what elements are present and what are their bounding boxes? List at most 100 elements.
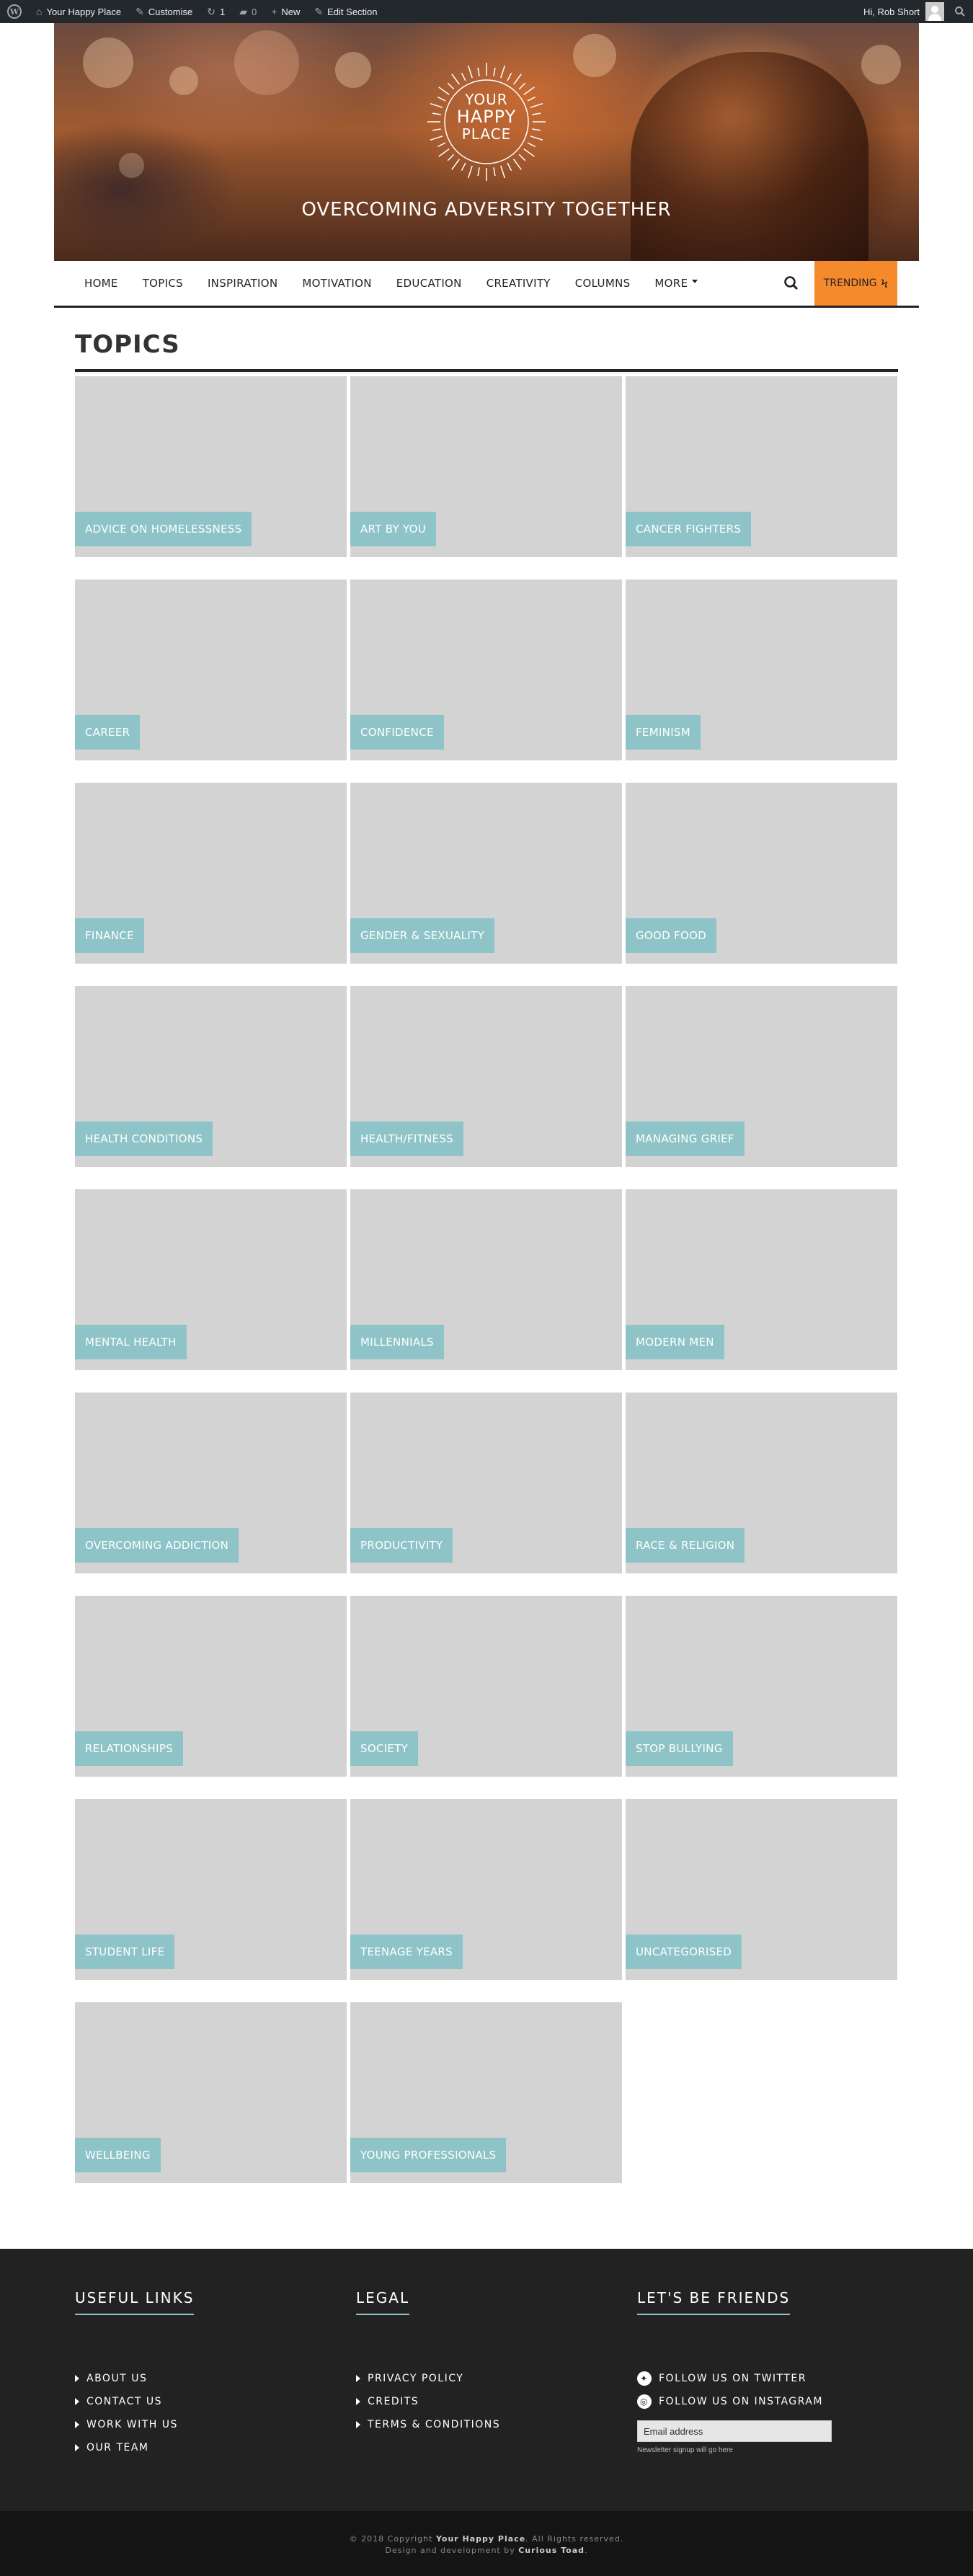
topic-label[interactable]: CANCER FIGHTERS — [626, 512, 752, 546]
new-content-link[interactable]: + New — [264, 0, 307, 23]
topic-label[interactable]: GOOD FOOD — [626, 918, 717, 953]
footer-link-contact[interactable]: CONTACT US — [75, 2390, 194, 2413]
footer-link-credits[interactable]: CREDITS — [356, 2390, 500, 2413]
topic-label[interactable]: WELLBEING — [75, 2138, 161, 2172]
instagram-link[interactable]: ◎ FOLLOW US ON INSTAGRAM — [637, 2390, 832, 2413]
main-navigation: HOME TOPICS INSPIRATION MOTIVATION EDUCA… — [54, 261, 919, 308]
topic-label[interactable]: HEALTH CONDITIONS — [75, 1122, 213, 1156]
topic-label[interactable]: TEENAGE YEARS — [350, 1935, 463, 1969]
topic-tile[interactable]: CAREER — [75, 579, 347, 760]
triangle-right-icon — [75, 2398, 79, 2405]
edit-label: Edit Section — [327, 6, 378, 17]
copyright-prefix: © 2018 Copyright — [349, 2534, 433, 2544]
topic-tile[interactable]: GENDER & SEXUALITY — [350, 783, 622, 964]
topic-label[interactable]: RELATIONSHIPS — [75, 1731, 184, 1766]
logo-ray — [507, 162, 512, 172]
topic-label[interactable]: UNCATEGORISED — [626, 1935, 742, 1969]
topic-label[interactable]: HEALTH/FITNESS — [350, 1122, 463, 1156]
copyright-site-link[interactable]: Your Happy Place — [436, 2534, 525, 2544]
topic-tile[interactable]: ART BY YOU — [350, 376, 622, 557]
topic-tile[interactable]: MANAGING GRIEF — [626, 986, 897, 1167]
topic-tile[interactable]: RACE & RELIGION — [626, 1393, 897, 1573]
newsletter-email-input[interactable] — [637, 2420, 832, 2442]
credit-link[interactable]: Curious Toad — [518, 2546, 585, 2555]
account-menu[interactable]: Hi, Rob Short — [856, 0, 947, 23]
wordpress-logo-button[interactable]: W — [0, 0, 29, 23]
footer-link-privacy[interactable]: PRIVACY POLICY — [356, 2367, 500, 2390]
topic-tile[interactable]: ADVICE ON HOMELESSNESS — [75, 376, 347, 557]
nav-item-creativity[interactable]: CREATIVITY — [487, 277, 551, 290]
footer-link-about[interactable]: ABOUT US — [75, 2367, 194, 2390]
topic-label[interactable]: FINANCE — [75, 918, 144, 953]
edit-section-link[interactable]: ✎ Edit Section — [307, 0, 384, 23]
logo-ray — [493, 167, 496, 177]
topic-tile[interactable]: UNCATEGORISED — [626, 1799, 897, 1980]
nav-item-inspiration[interactable]: INSPIRATION — [208, 277, 277, 290]
topic-tile[interactable]: MODERN MEN — [626, 1189, 897, 1370]
topic-tile[interactable]: HEALTH/FITNESS — [350, 986, 622, 1167]
footer-link-label: OUR TEAM — [86, 2442, 149, 2453]
customise-link[interactable]: ✎ Customise — [128, 0, 200, 23]
topic-label[interactable]: GENDER & SEXUALITY — [350, 918, 495, 953]
topic-label[interactable]: CONFIDENCE — [350, 715, 444, 750]
topic-tile[interactable]: HEALTH CONDITIONS — [75, 986, 347, 1167]
topic-label[interactable]: STUDENT LIFE — [75, 1935, 175, 1969]
topic-label[interactable]: PRODUCTIVITY — [350, 1528, 453, 1563]
topic-label[interactable]: MODERN MEN — [626, 1325, 724, 1359]
logo-ray — [467, 165, 473, 179]
nav-item-education[interactable]: EDUCATION — [396, 277, 462, 290]
topic-tile[interactable]: WELLBEING — [75, 2002, 347, 2183]
footer-link-label: CREDITS — [368, 2396, 419, 2407]
nav-item-more[interactable]: MORE — [654, 277, 698, 290]
topic-tile[interactable]: FINANCE — [75, 783, 347, 964]
logo-ray — [438, 148, 450, 157]
topic-tile[interactable]: GOOD FOOD — [626, 783, 897, 964]
topic-tile[interactable]: STOP BULLYING — [626, 1596, 897, 1777]
twitter-link[interactable]: ✦ FOLLOW US ON TWITTER — [637, 2367, 832, 2390]
topic-label[interactable]: MENTAL HEALTH — [75, 1325, 187, 1359]
search-icon — [784, 276, 799, 290]
nav-item-motivation[interactable]: MOTIVATION — [302, 277, 371, 290]
footer-link-work-with-us[interactable]: WORK WITH US — [75, 2413, 194, 2436]
topic-tile[interactable]: MILLENNIALS — [350, 1189, 622, 1370]
topic-tile[interactable]: RELATIONSHIPS — [75, 1596, 347, 1777]
search-button[interactable] — [782, 274, 801, 293]
topic-label[interactable]: SOCIETY — [350, 1731, 419, 1766]
trending-button[interactable]: TRENDING ϟ — [814, 261, 897, 306]
topic-tile[interactable]: MENTAL HEALTH — [75, 1189, 347, 1370]
topic-tile[interactable]: TEENAGE YEARS — [350, 1799, 622, 1980]
topic-label[interactable]: OVERCOMING ADDICTION — [75, 1528, 239, 1563]
twitter-icon: ✦ — [637, 2371, 652, 2386]
updates-link[interactable]: ↻ 1 — [200, 0, 232, 23]
topic-tile[interactable]: CONFIDENCE — [350, 579, 622, 760]
wordpress-icon: W — [7, 4, 22, 19]
header-banner: YOUR HAPPY PLACE OVERCOMING ADVERSITY TO… — [54, 23, 919, 261]
topic-label[interactable]: ADVICE ON HOMELESSNESS — [75, 512, 252, 546]
topic-label[interactable]: CAREER — [75, 715, 141, 750]
footer-link-terms[interactable]: TERMS & CONDITIONS — [356, 2413, 500, 2436]
topic-label[interactable]: YOUNG PROFESSIONALS — [350, 2138, 507, 2172]
footer-link-our-team[interactable]: OUR TEAM — [75, 2436, 194, 2459]
topic-label[interactable]: FEMINISM — [626, 715, 701, 750]
nav-item-topics[interactable]: TOPICS — [143, 277, 183, 290]
admin-search-button[interactable] — [947, 0, 973, 23]
nav-item-columns[interactable]: COLUMNS — [575, 277, 631, 290]
topic-label[interactable]: MILLENNIALS — [350, 1325, 444, 1359]
site-logo[interactable]: YOUR HAPPY PLACE — [425, 61, 548, 183]
topic-tile[interactable]: CANCER FIGHTERS — [626, 376, 897, 557]
topic-label[interactable]: RACE & RELIGION — [626, 1528, 745, 1563]
comments-link[interactable]: ▰ 0 — [232, 0, 264, 23]
topic-tile[interactable]: STUDENT LIFE — [75, 1799, 347, 1980]
triangle-right-icon — [356, 2421, 360, 2428]
topic-tile[interactable]: FEMINISM — [626, 579, 897, 760]
topic-tile[interactable]: SOCIETY — [350, 1596, 622, 1777]
topic-tile[interactable]: PRODUCTIVITY — [350, 1393, 622, 1573]
topic-label[interactable]: ART BY YOU — [350, 512, 437, 546]
nav-item-home[interactable]: HOME — [84, 277, 118, 290]
topic-tile[interactable]: YOUNG PROFESSIONALS — [350, 2002, 622, 2183]
topic-label[interactable]: MANAGING GRIEF — [626, 1122, 745, 1156]
topic-label[interactable]: STOP BULLYING — [626, 1731, 733, 1766]
site-name-link[interactable]: ⌂ Your Happy Place — [29, 0, 128, 23]
topic-tile[interactable]: OVERCOMING ADDICTION — [75, 1393, 347, 1573]
comment-icon: ▰ — [239, 5, 247, 17]
